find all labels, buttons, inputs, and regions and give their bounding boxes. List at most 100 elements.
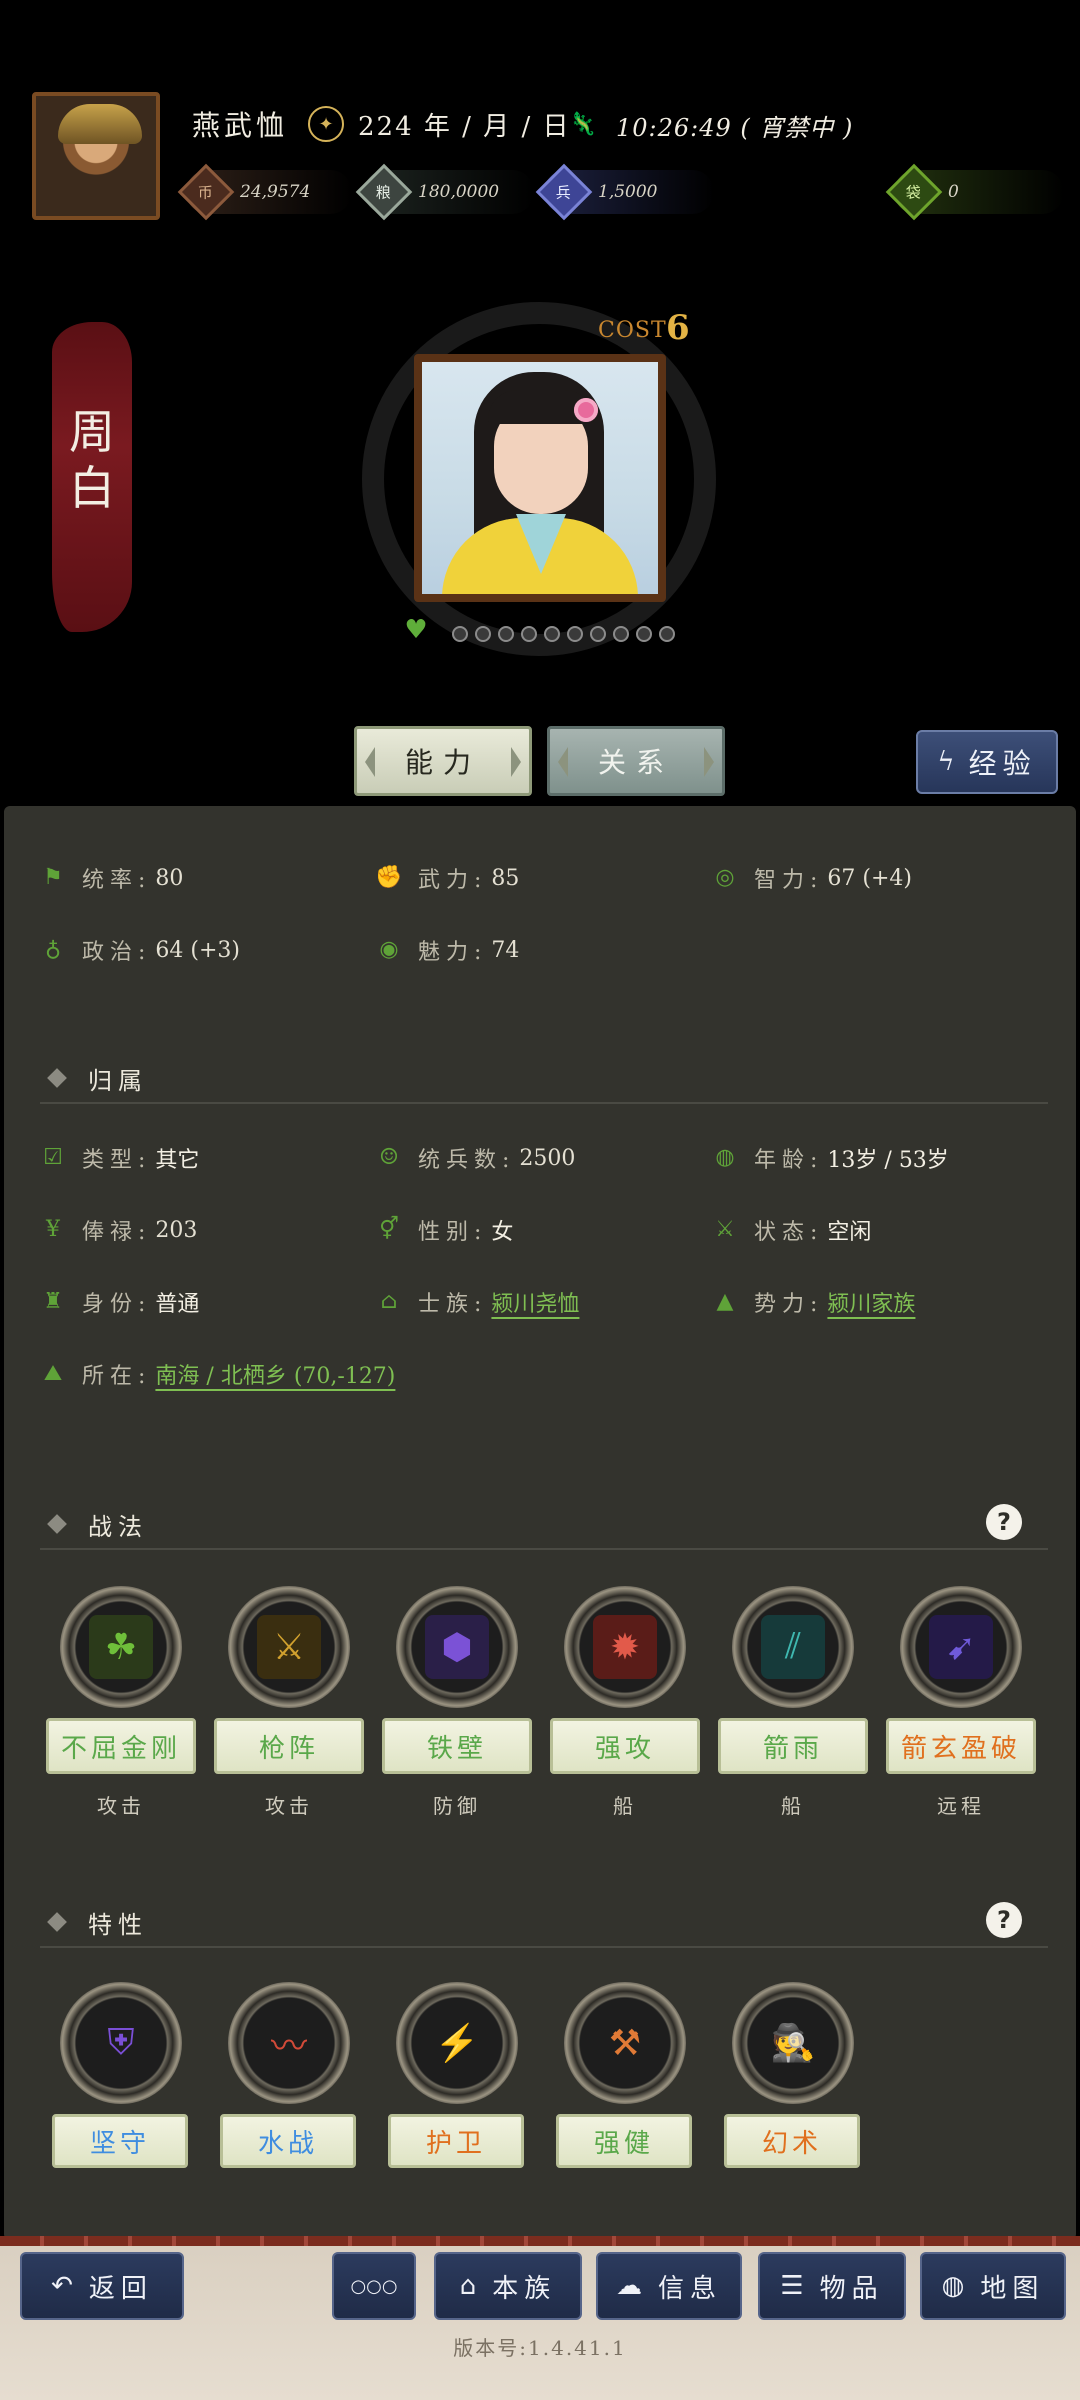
extra-value: 0 bbox=[948, 182, 959, 202]
tactic-card[interactable]: ⬢ 铁壁 防御 bbox=[382, 1586, 532, 1818]
loyalty-dot bbox=[590, 626, 606, 642]
clan-link[interactable]: 颍川尧恤 bbox=[491, 1286, 579, 1318]
arrow-rain-icon: ⫽ bbox=[761, 1615, 825, 1679]
map-button[interactable]: ◍ 地图 bbox=[920, 2252, 1066, 2320]
crossed-swords-icon: ⚔ bbox=[715, 1217, 735, 1242]
stat-charm: ◉ 魅力: 74 bbox=[374, 930, 519, 970]
wave-icon: 〰 bbox=[270, 2026, 307, 2067]
loyalty-dot bbox=[567, 626, 583, 642]
trait-name: 护卫 bbox=[388, 2114, 524, 2168]
info-label: 年龄: bbox=[754, 1148, 824, 1173]
yen-icon: ¥ bbox=[46, 1217, 60, 1242]
trait-card[interactable]: 🕵 幻术 bbox=[724, 1982, 860, 2168]
info-gender: ⚥ 性别: 女 bbox=[374, 1210, 513, 1250]
diamond-icon bbox=[47, 1068, 67, 1088]
tab-ability[interactable]: 能力 bbox=[354, 726, 532, 796]
tactic-card[interactable]: ☘ 不屈金刚 攻击 bbox=[46, 1586, 196, 1818]
gold-resource[interactable]: 币 24,9574 bbox=[177, 163, 352, 221]
diamond-icon bbox=[47, 1912, 67, 1932]
loyalty-dot bbox=[452, 626, 468, 642]
tactics-help-button[interactable]: ? bbox=[986, 1504, 1022, 1540]
tactic-icon-ring: ⬢ bbox=[396, 1586, 518, 1708]
section-title-text: 归属 bbox=[88, 1066, 148, 1095]
info-label: 性别: bbox=[418, 1220, 488, 1245]
info-value: 13岁 / 53岁 bbox=[827, 1148, 949, 1173]
trait-card[interactable]: ⛨ 坚守 bbox=[52, 1982, 188, 2168]
trait-card[interactable]: 〰水战 bbox=[220, 1982, 356, 2168]
claw-icon: ☘ bbox=[89, 1615, 153, 1679]
divider bbox=[40, 1548, 1048, 1550]
items-button[interactable]: ☰ 物品 bbox=[758, 2252, 906, 2320]
arrow-pierce-icon: ➹ bbox=[929, 1615, 993, 1679]
fist-icon: ✊ bbox=[375, 865, 403, 890]
faction-link[interactable]: 颍川家族 bbox=[827, 1286, 915, 1318]
tab-relation[interactable]: 关系 bbox=[547, 726, 725, 796]
mountain-icon: ⛰ bbox=[43, 1361, 63, 1386]
loyalty-dot bbox=[659, 626, 675, 642]
trait-icon-ring: ⚒ bbox=[564, 1982, 686, 2104]
tactic-name: 铁壁 bbox=[382, 1718, 532, 1774]
chat-icon: ☁ bbox=[615, 2271, 642, 2301]
trait-card[interactable]: ⚒ 强健 bbox=[556, 1982, 692, 2168]
trait-name: 坚守 bbox=[52, 2114, 188, 2168]
location-link[interactable]: 南海 / 北栖乡 (70,-127) bbox=[155, 1358, 395, 1390]
info-age: ◍ 年龄: 13岁 / 53岁 bbox=[710, 1138, 949, 1178]
info-value: 其它 bbox=[155, 1148, 200, 1173]
loyalty-dot bbox=[498, 626, 514, 642]
tactic-type: 船 bbox=[781, 1794, 805, 1818]
experience-button[interactable]: ϟ 经验 bbox=[916, 730, 1058, 794]
info-identity: ♜ 身份: 普通 bbox=[38, 1282, 199, 1322]
tactic-name: 强攻 bbox=[550, 1718, 700, 1774]
info-button[interactable]: ☁ 信息 bbox=[596, 2252, 742, 2320]
spy-icon: 🕵 bbox=[770, 2023, 816, 2064]
more-dots-icon: ○○○ bbox=[350, 2275, 398, 2297]
calendar-icon: ✦ bbox=[308, 106, 344, 142]
tactic-card[interactable]: ✹ 强攻船 bbox=[550, 1586, 700, 1818]
spear-shield-icon: ⚔ bbox=[257, 1615, 321, 1679]
grid-shield-icon: ⬢ bbox=[425, 1615, 489, 1679]
clan-button[interactable]: ⌂ 本族 bbox=[434, 2252, 582, 2320]
divider bbox=[40, 1102, 1048, 1104]
tactic-icon-ring: ☘ bbox=[60, 1586, 182, 1708]
loyalty-dot bbox=[544, 626, 560, 642]
tactic-name: 不屈金刚 bbox=[46, 1718, 196, 1774]
tactic-type: 船 bbox=[613, 1794, 637, 1818]
trait-card[interactable]: ⚡ 护卫 bbox=[388, 1982, 524, 2168]
section-belonging: 归属 bbox=[47, 1058, 148, 1098]
tactic-card[interactable]: ⫽ 箭雨船 bbox=[718, 1586, 868, 1818]
info-label: 状态: bbox=[754, 1220, 824, 1245]
extra-resource[interactable]: 袋 0 bbox=[885, 163, 1064, 221]
more-button[interactable]: ○○○ bbox=[332, 2252, 416, 2320]
tactic-name: 箭玄盈破 bbox=[886, 1718, 1036, 1774]
version-label: 版本号:1.4.41.1 bbox=[453, 2336, 627, 2360]
troops-resource[interactable]: 兵 1,5000 bbox=[535, 163, 714, 221]
tactic-card[interactable]: ⚔ 枪阵 攻击 bbox=[214, 1586, 364, 1818]
stat-label: 政治: bbox=[82, 940, 152, 965]
info-label: 类型: bbox=[82, 1148, 152, 1173]
soldier-icon: 兵 bbox=[535, 163, 593, 221]
gender-icon: ⚥ bbox=[379, 1217, 399, 1242]
traits-help-button[interactable]: ? bbox=[986, 1902, 1022, 1938]
hero-portrait[interactable] bbox=[414, 354, 666, 602]
lizard-clock-icon: 🦎 bbox=[569, 111, 597, 137]
player-avatar[interactable] bbox=[32, 92, 160, 220]
trait-icon-ring: 〰 bbox=[228, 1982, 350, 2104]
items-icon: ☰ bbox=[780, 2271, 804, 2301]
tactic-card[interactable]: ➹ 箭玄盈破 远程 bbox=[886, 1586, 1036, 1818]
tactic-name: 箭雨 bbox=[718, 1718, 868, 1774]
back-button[interactable]: ↶ 返回 bbox=[20, 2252, 184, 2320]
globe-icon: ◍ bbox=[941, 2271, 965, 2301]
gold-value: 24,9574 bbox=[240, 182, 311, 202]
bust-icon: ♜ bbox=[43, 1289, 63, 1314]
nav-label: 信息 bbox=[657, 2273, 722, 2304]
food-resource[interactable]: 粮 180,0000 bbox=[355, 163, 534, 221]
info-value: 女 bbox=[491, 1220, 514, 1245]
stat-label: 武力: bbox=[418, 868, 488, 893]
faction-icon: ▲ bbox=[716, 1289, 734, 1314]
shatter-icon: ✹ bbox=[593, 1615, 657, 1679]
bag-icon: ♁ bbox=[44, 937, 62, 962]
tactic-icon-ring: ⫽ bbox=[732, 1586, 854, 1708]
grain-icon: 粮 bbox=[355, 163, 413, 221]
clan-icon: ⌂ bbox=[380, 1289, 398, 1314]
info-value: 2500 bbox=[519, 1145, 576, 1171]
